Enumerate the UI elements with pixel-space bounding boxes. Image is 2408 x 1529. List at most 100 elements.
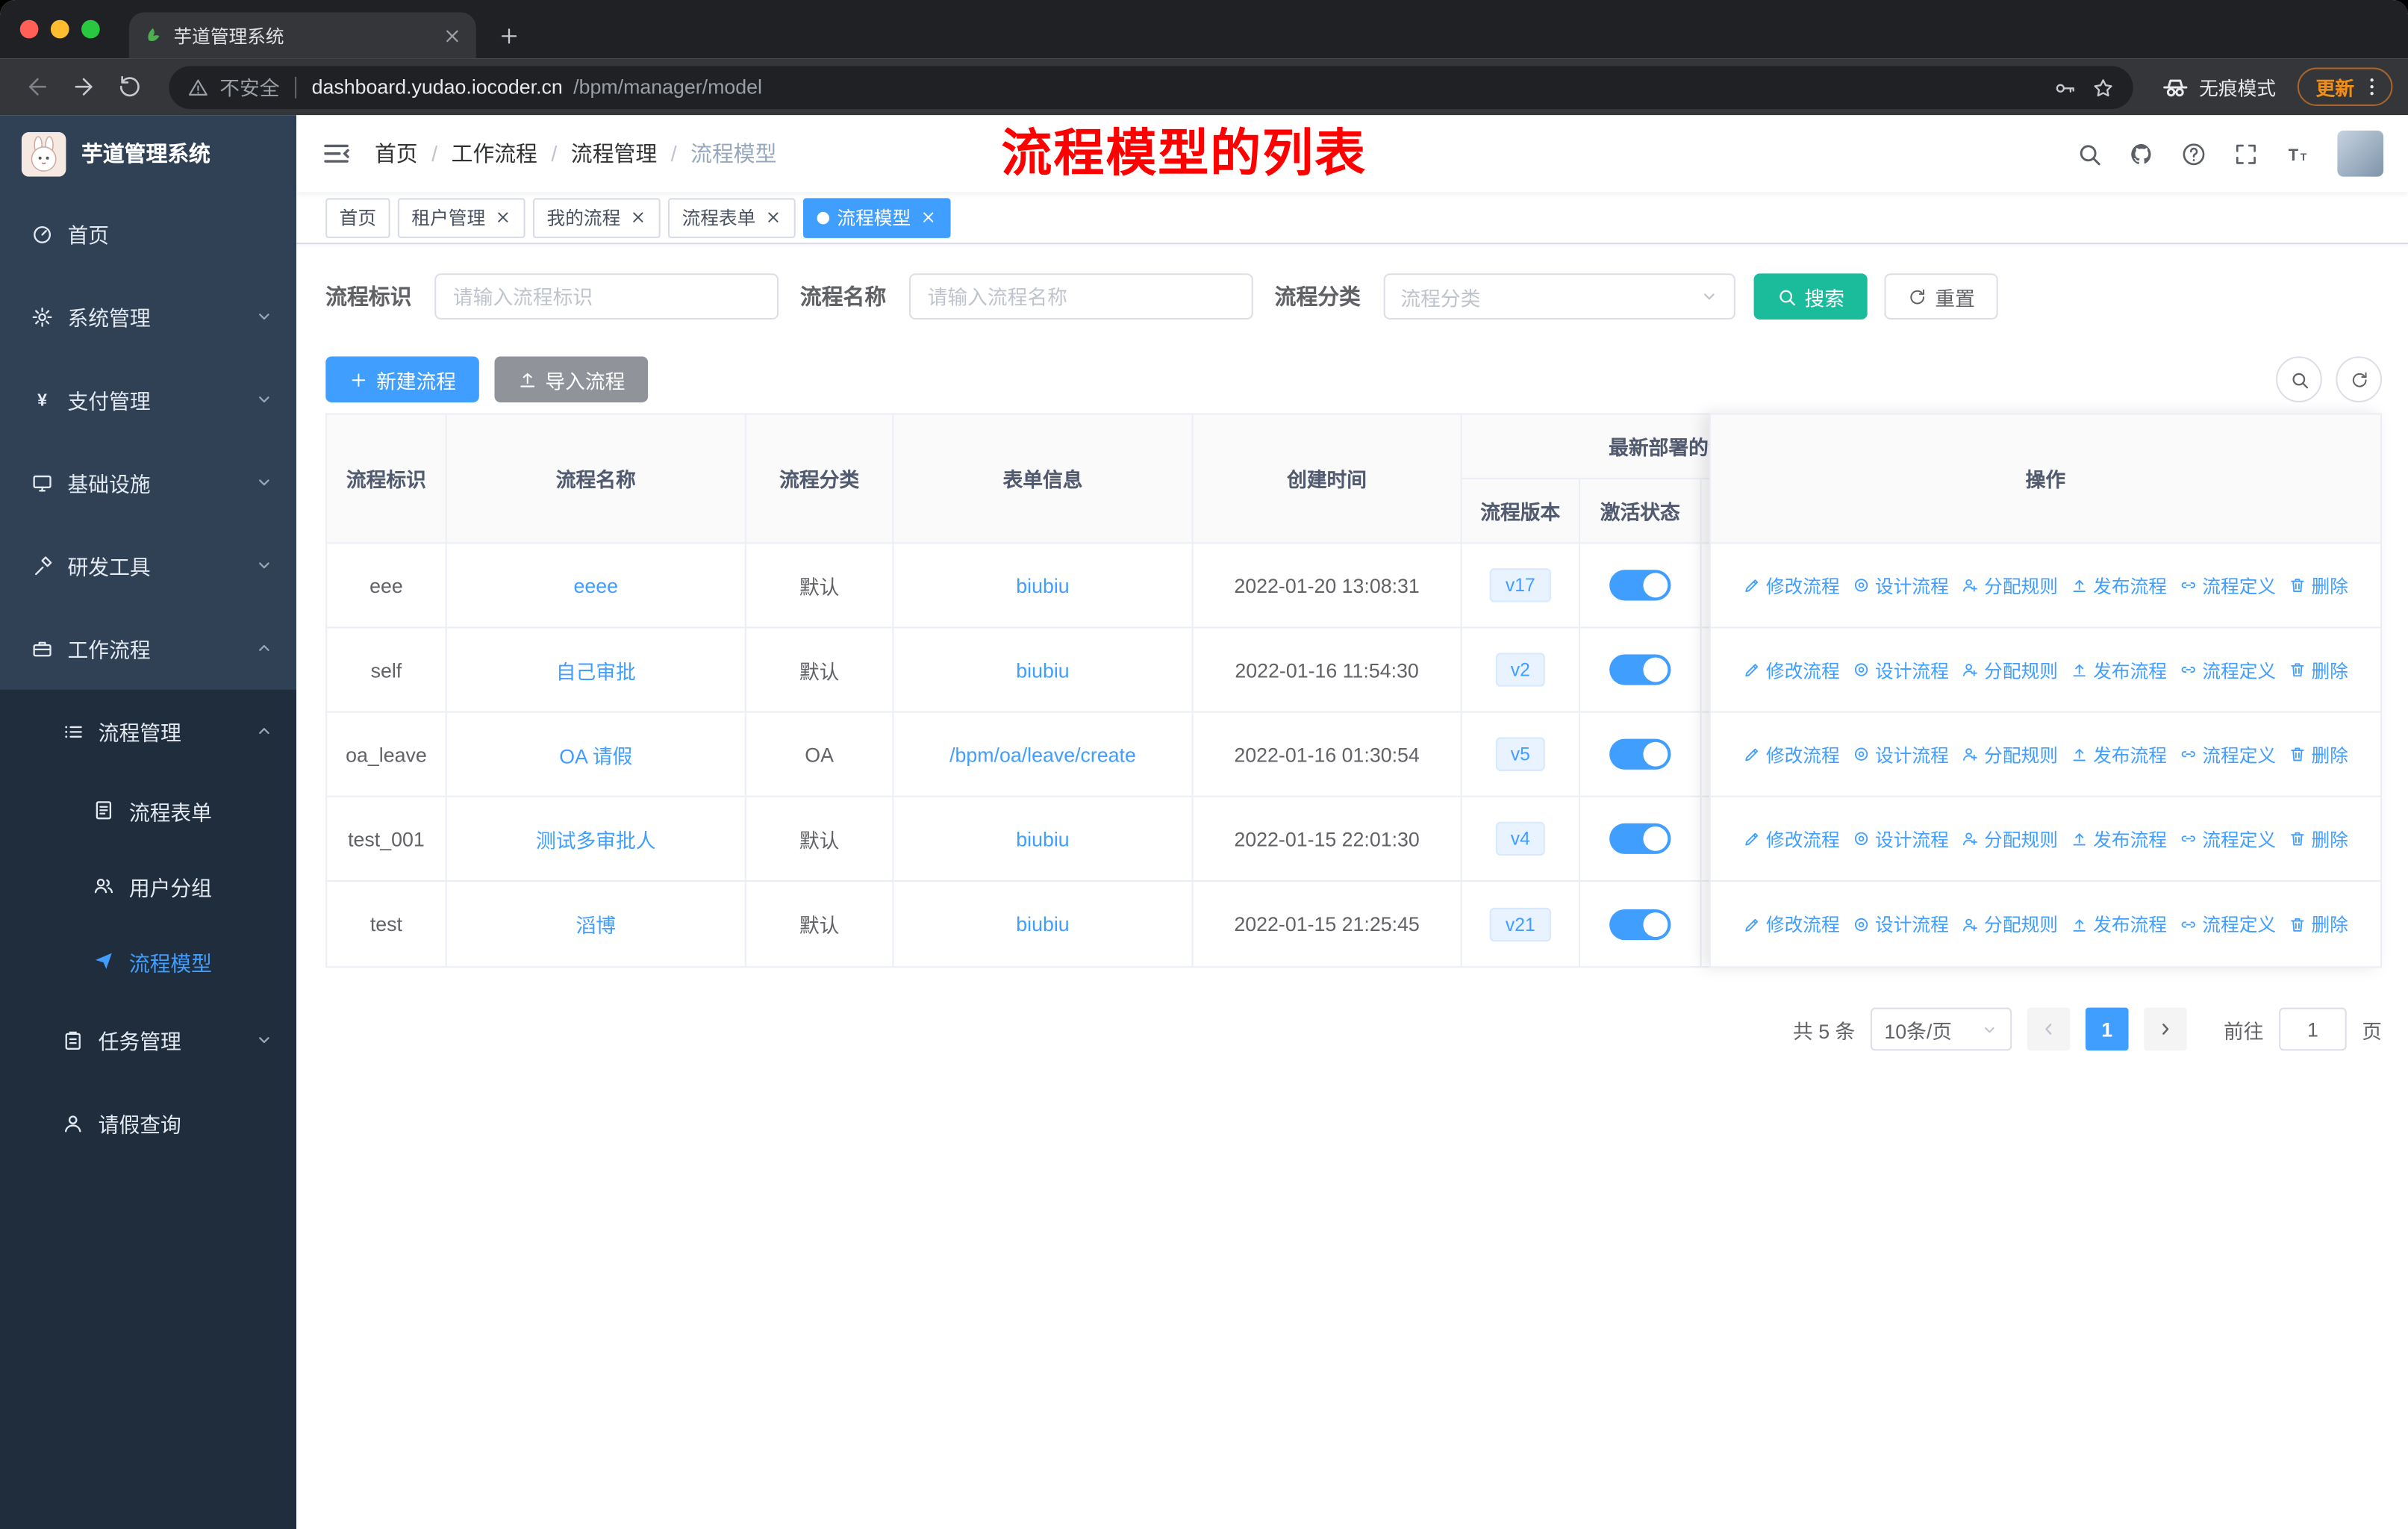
toolbar-circle-button[interactable]	[2336, 356, 2383, 403]
nav-button[interactable]	[16, 65, 59, 108]
omnibox-button[interactable]	[2092, 75, 2115, 99]
process-name-input[interactable]	[908, 273, 1253, 320]
page-size-select[interactable]: 10条/页	[1870, 1007, 2012, 1051]
design-flow-link[interactable]: 设计流程	[1852, 911, 1949, 937]
publish-flow-link[interactable]: 发布流程	[2070, 657, 2167, 683]
form-info-link[interactable]: biubiu	[1016, 573, 1069, 597]
process-key-input[interactable]	[434, 273, 779, 320]
flow-definition-link[interactable]: 流程定义	[2179, 572, 2276, 598]
active-toggle[interactable]	[1609, 570, 1671, 601]
header-icon-button[interactable]	[2233, 140, 2259, 166]
process-name-link[interactable]: eeee	[574, 573, 619, 597]
delete-link[interactable]: 删除	[2289, 572, 2348, 598]
process-name-link[interactable]: 测试多审批人	[536, 824, 656, 853]
close-button[interactable]	[19, 19, 39, 39]
delete-link[interactable]: 删除	[2289, 911, 2348, 937]
active-toggle[interactable]	[1609, 908, 1671, 940]
tag-my-process[interactable]: 我的流程	[532, 197, 661, 237]
form-info-link[interactable]: biubiu	[1016, 658, 1069, 682]
toolbar-circle-button[interactable]	[2276, 356, 2322, 403]
form-info-link[interactable]: biubiu	[1016, 827, 1069, 850]
reset-button[interactable]: 重置	[1884, 273, 1998, 320]
assign-rule-link[interactable]: 分配规则	[1961, 741, 2058, 767]
publish-flow-link[interactable]: 发布流程	[2070, 741, 2167, 767]
sidebar-item-process-management[interactable]: 流程管理	[0, 689, 297, 773]
close-icon[interactable]	[630, 209, 647, 226]
sidebar-item-process-model[interactable]: 流程模型	[0, 923, 297, 999]
goto-page-input[interactable]	[2279, 1007, 2347, 1051]
tag-process-model[interactable]: 流程模型	[803, 197, 951, 237]
header-icon-button[interactable]	[2285, 140, 2311, 166]
flow-definition-link[interactable]: 流程定义	[2179, 657, 2276, 683]
form-info-link[interactable]: /bpm/oa/leave/create	[949, 743, 1136, 766]
header-icon-button[interactable]	[2129, 140, 2155, 166]
user-avatar[interactable]	[2337, 130, 2384, 177]
modify-flow-link[interactable]: 修改流程	[1743, 741, 1840, 767]
create-flow-button[interactable]: 新建流程	[325, 356, 479, 403]
omnibox-button[interactable]	[2053, 75, 2077, 99]
sidebar-item-process-form[interactable]: 流程表单	[0, 772, 297, 848]
form-info-link[interactable]: biubiu	[1016, 912, 1069, 935]
flow-definition-link[interactable]: 流程定义	[2179, 741, 2276, 767]
modify-flow-link[interactable]: 修改流程	[1743, 826, 1840, 852]
flow-definition-link[interactable]: 流程定义	[2179, 911, 2276, 937]
assign-rule-link[interactable]: 分配规则	[1961, 826, 2058, 852]
publish-flow-link[interactable]: 发布流程	[2070, 911, 2167, 937]
tag-process-form[interactable]: 流程表单	[668, 197, 796, 237]
delete-link[interactable]: 删除	[2289, 657, 2348, 683]
active-toggle[interactable]	[1609, 738, 1671, 770]
close-icon[interactable]	[495, 209, 512, 226]
address-bar[interactable]: 不安全 dashboard.yudao.iocoder.cn/bpm/manag…	[169, 65, 2133, 109]
minimize-button[interactable]	[50, 19, 69, 39]
assign-rule-link[interactable]: 分配规则	[1961, 911, 2058, 937]
assign-rule-link[interactable]: 分配规则	[1961, 572, 2058, 598]
process-name-link[interactable]: OA 请假	[559, 740, 632, 769]
kebab-menu-icon[interactable]	[2360, 75, 2383, 99]
close-icon[interactable]	[920, 209, 938, 226]
sidebar-toggle-icon[interactable]	[321, 138, 352, 169]
design-flow-link[interactable]: 设计流程	[1852, 572, 1949, 598]
active-toggle[interactable]	[1609, 654, 1671, 685]
next-page-button[interactable]	[2144, 1007, 2187, 1051]
new-tab-button[interactable]	[488, 16, 528, 55]
design-flow-link[interactable]: 设计流程	[1852, 657, 1949, 683]
delete-link[interactable]: 删除	[2289, 826, 2348, 852]
delete-link[interactable]: 删除	[2289, 741, 2348, 767]
assign-rule-link[interactable]: 分配规则	[1961, 657, 2058, 683]
tag-tenant-management[interactable]: 租户管理	[397, 197, 525, 237]
publish-flow-link[interactable]: 发布流程	[2070, 826, 2167, 852]
process-category-select[interactable]: 流程分类	[1383, 273, 1735, 320]
design-flow-link[interactable]: 设计流程	[1852, 741, 1949, 767]
active-toggle[interactable]	[1609, 823, 1671, 854]
sidebar-item-workflow[interactable]: 工作流程	[0, 607, 296, 690]
zoom-button[interactable]	[81, 19, 100, 39]
nav-button[interactable]	[107, 65, 151, 108]
search-button[interactable]: 搜索	[1753, 273, 1868, 320]
breadcrumb-item[interactable]: 首页	[375, 138, 418, 169]
tag-home[interactable]: 首页	[325, 197, 390, 237]
design-flow-link[interactable]: 设计流程	[1852, 826, 1949, 852]
breadcrumb-item[interactable]: 工作流程	[452, 138, 537, 169]
modify-flow-link[interactable]: 修改流程	[1743, 572, 1840, 598]
sidebar-item-task-management[interactable]: 任务管理	[0, 998, 297, 1082]
import-flow-button[interactable]: 导入流程	[494, 356, 649, 403]
nav-button[interactable]	[61, 65, 105, 108]
sidebar-item-home[interactable]: 首页	[0, 192, 296, 275]
breadcrumb-item[interactable]: 流程管理	[571, 138, 657, 169]
close-icon[interactable]	[765, 209, 782, 226]
sidebar-item-leave-query[interactable]: 请假查询	[0, 1081, 297, 1165]
modify-flow-link[interactable]: 修改流程	[1743, 911, 1840, 937]
process-name-link[interactable]: 自己审批	[556, 655, 636, 684]
publish-flow-link[interactable]: 发布流程	[2070, 572, 2167, 598]
sidebar-item-devtools[interactable]: 研发工具	[0, 524, 296, 607]
process-name-link[interactable]: 滔博	[576, 909, 616, 938]
modify-flow-link[interactable]: 修改流程	[1743, 657, 1840, 683]
sidebar-item-infrastructure[interactable]: 基础设施	[0, 440, 296, 523]
sidebar-item-system[interactable]: 系统管理	[0, 275, 296, 358]
page-number-button[interactable]: 1	[2085, 1007, 2129, 1051]
prev-page-button[interactable]	[2027, 1007, 2071, 1051]
sidebar-item-user-group[interactable]: 用户分组	[0, 847, 297, 924]
header-icon-button[interactable]	[2077, 140, 2103, 166]
browser-update-button[interactable]: 更新	[2297, 67, 2393, 106]
header-icon-button[interactable]	[2181, 140, 2207, 166]
